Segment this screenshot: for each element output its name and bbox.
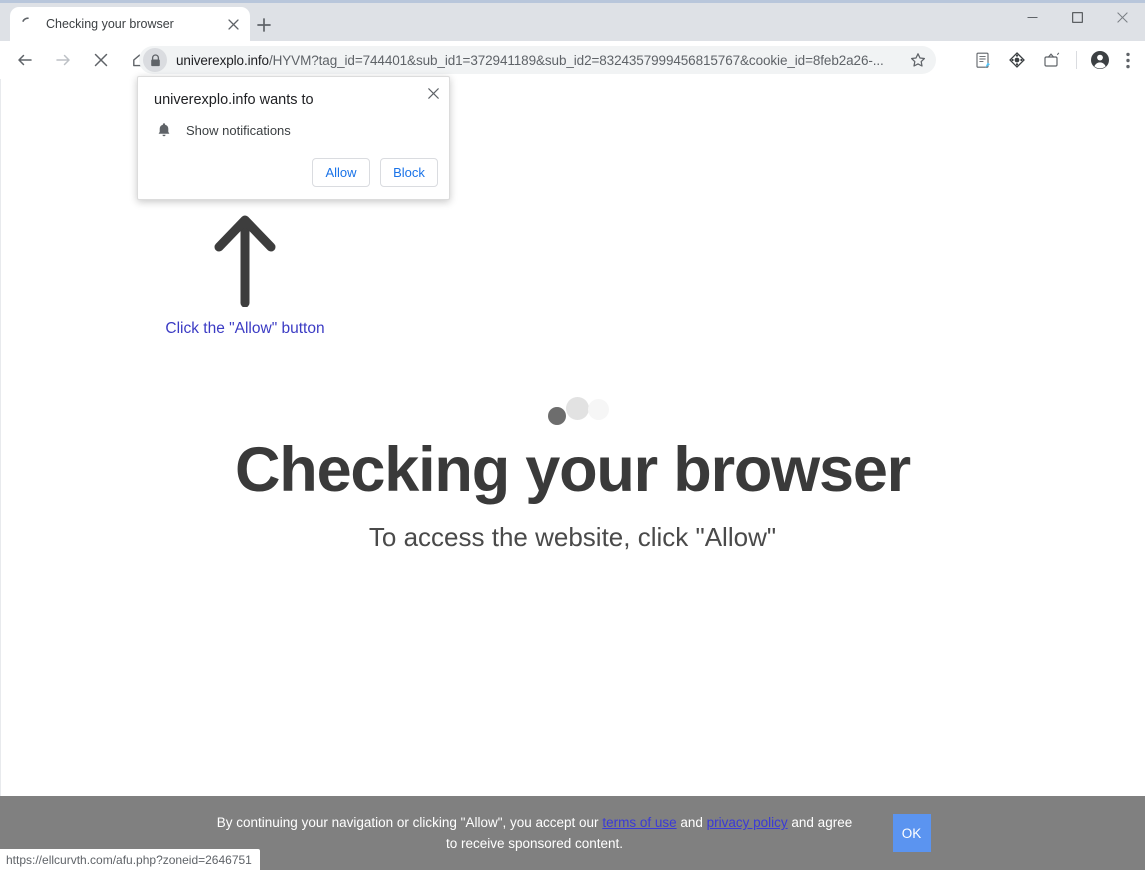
url-text[interactable]: univerexplo.info/HYVM?tag_id=744401&sub_…: [176, 53, 906, 68]
consent-text: By continuing your navigation or clickin…: [215, 812, 855, 854]
permission-actions: Allow Block: [302, 158, 438, 187]
checking-block: Checking your browser To access the webs…: [0, 397, 1145, 553]
consent-text-between: and: [676, 815, 707, 830]
cast-tv-extension-icon[interactable]: [1036, 45, 1066, 75]
loading-dots: [535, 397, 611, 425]
allow-hint: Click the "Allow" button: [150, 212, 340, 338]
browser-tab[interactable]: Checking your browser: [10, 7, 250, 41]
terms-of-use-link[interactable]: terms of use: [602, 815, 676, 830]
loading-dot-1: [547, 407, 566, 425]
bookmark-star-icon[interactable]: [906, 48, 930, 72]
toolbar-right-actions: [966, 44, 1141, 76]
chrome-menu-icon[interactable]: [1115, 45, 1141, 75]
stop-loading-button[interactable]: [85, 44, 117, 76]
bell-icon: [154, 120, 174, 140]
window-close-button[interactable]: [1100, 3, 1145, 32]
permission-dialog-title: univerexplo.info wants to: [154, 92, 314, 108]
browser-window: Checking your browser univerexplo.info/H…: [0, 0, 1145, 870]
site-info-lock-icon[interactable]: [143, 48, 167, 72]
permission-request-label: Show notifications: [186, 122, 291, 138]
up-arrow-icon: [214, 215, 276, 307]
consent-ok-button[interactable]: OK: [892, 814, 931, 852]
url-domain: univerexplo.info: [176, 52, 269, 68]
permission-close-icon[interactable]: [421, 81, 445, 105]
tab-close-icon[interactable]: [224, 15, 242, 33]
status-bar-link-preview: https://ellcurvth.com/afu.php?zoneid=264…: [0, 849, 260, 870]
privacy-policy-link[interactable]: privacy policy: [707, 815, 788, 830]
window-minimize-button[interactable]: [1010, 3, 1055, 32]
page-title: Checking your browser: [235, 435, 911, 505]
loading-dot-2: [565, 397, 589, 420]
forward-button[interactable]: [47, 44, 79, 76]
window-controls: [1010, 3, 1145, 32]
permission-block-button[interactable]: Block: [380, 158, 438, 187]
extension-diamond-icon[interactable]: [1002, 45, 1032, 75]
permission-allow-button[interactable]: Allow: [312, 158, 370, 187]
tab-loading-spinner-icon: [20, 16, 36, 32]
tab-title: Checking your browser: [46, 17, 174, 31]
address-bar[interactable]: univerexplo.info/HYVM?tag_id=744401&sub_…: [139, 46, 936, 74]
tab-strip: Checking your browser: [0, 0, 1145, 41]
permission-request-row: Show notifications: [154, 120, 291, 140]
window-maximize-button[interactable]: [1055, 3, 1100, 32]
window-top-accent: [0, 0, 1145, 3]
loading-dot-3: [587, 399, 609, 420]
url-path: /HYVM?tag_id=744401&sub_id1=372941189&su…: [268, 52, 884, 68]
toolbar-separator: [1076, 51, 1077, 69]
page-subtitle: To access the website, click "Allow": [368, 522, 777, 553]
notes-extension-icon[interactable]: [968, 45, 998, 75]
notification-permission-dialog: univerexplo.info wants to Show notificat…: [137, 76, 450, 200]
consent-text-before: By continuing your navigation or clickin…: [216, 815, 603, 830]
profile-avatar-icon[interactable]: [1085, 45, 1115, 75]
new-tab-button[interactable]: [252, 13, 276, 37]
back-button[interactable]: [9, 44, 41, 76]
allow-hint-label: Click the "Allow" button: [165, 320, 325, 337]
